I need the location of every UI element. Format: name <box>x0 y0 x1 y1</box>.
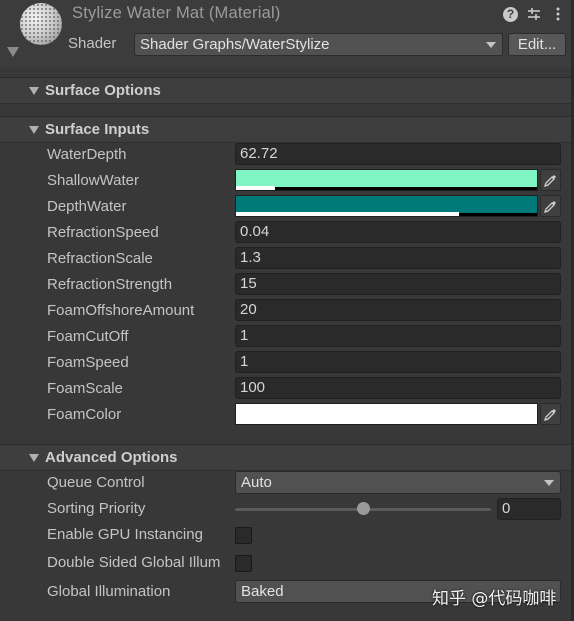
section-surface-inputs[interactable]: Surface Inputs <box>0 116 571 143</box>
more-icon[interactable] <box>550 5 566 23</box>
section-label: Advanced Options <box>45 449 178 466</box>
foam-offshore-amount-field[interactable]: 20 <box>235 299 561 321</box>
shallow-water-label: ShallowWater <box>47 172 139 189</box>
queue-control-label: Queue Control <box>47 474 145 491</box>
foam-color-field[interactable] <box>235 403 538 425</box>
eyedropper-icon[interactable] <box>540 169 561 191</box>
refraction-scale-label: RefractionScale <box>47 250 153 267</box>
shader-dropdown-value: Shader Graphs/WaterStylize <box>140 36 330 53</box>
foldout-arrow-icon <box>29 454 39 462</box>
depth-water-color-field[interactable] <box>235 195 538 217</box>
sliders-icon[interactable] <box>526 5 542 23</box>
color-swatch <box>236 404 537 421</box>
chevron-down-icon <box>544 480 554 486</box>
sorting-priority-label: Sorting Priority <box>47 500 146 517</box>
sorting-priority-field[interactable]: 0 <box>497 498 561 520</box>
water-depth-label: WaterDepth <box>47 146 127 163</box>
section-label: Surface Options <box>45 82 161 99</box>
foldout-arrow-icon[interactable] <box>7 47 19 57</box>
foam-speed-label: FoamSpeed <box>47 354 129 371</box>
foam-offshore-amount-label: FoamOffshoreAmount <box>47 302 195 319</box>
shallow-water-color-field[interactable] <box>235 169 538 191</box>
double-sided-gi-label: Double Sided Global Illum <box>47 554 221 571</box>
queue-control-dropdown[interactable]: Auto <box>235 471 561 494</box>
global-illumination-label: Global Illumination <box>47 583 171 600</box>
slider-thumb[interactable] <box>356 502 370 515</box>
gpu-instancing-checkbox[interactable] <box>235 527 252 544</box>
material-title: Stylize Water Mat (Material) <box>72 4 281 22</box>
section-surface-options[interactable]: Surface Options <box>0 77 571 104</box>
material-header: Stylize Water Mat (Material) ? Shader Sh… <box>0 0 574 68</box>
refraction-strength-field[interactable]: 15 <box>235 273 561 295</box>
chevron-down-icon <box>486 42 496 48</box>
foam-cutoff-label: FoamCutOff <box>47 328 129 345</box>
alpha-bar <box>236 420 537 424</box>
refraction-strength-label: RefractionStrength <box>47 276 173 293</box>
help-icon[interactable]: ? <box>503 6 518 22</box>
eyedropper-icon[interactable] <box>540 195 561 217</box>
color-swatch <box>236 196 537 213</box>
edit-shader-button[interactable]: Edit... <box>508 33 566 56</box>
alpha-bar <box>236 212 459 216</box>
section-advanced-options[interactable]: Advanced Options <box>0 444 571 471</box>
foldout-arrow-icon <box>29 87 39 95</box>
refraction-speed-label: RefractionSpeed <box>47 224 159 241</box>
foam-color-label: FoamColor <box>47 406 122 423</box>
double-sided-gi-checkbox[interactable] <box>235 555 252 572</box>
alpha-bar <box>236 186 276 190</box>
color-swatch <box>236 170 537 187</box>
depth-water-label: DepthWater <box>47 198 127 215</box>
shader-dropdown[interactable]: Shader Graphs/WaterStylize <box>134 33 503 56</box>
queue-control-value: Auto <box>241 474 272 491</box>
water-depth-field[interactable]: 62.72 <box>235 143 561 165</box>
header-icons: ? <box>503 5 566 23</box>
watermark: 知乎 @代码咖啡 <box>432 589 557 609</box>
shader-label: Shader <box>68 35 117 52</box>
foam-scale-field[interactable]: 100 <box>235 377 561 399</box>
foam-scale-label: FoamScale <box>47 380 123 397</box>
global-illumination-value: Baked <box>241 583 284 600</box>
foldout-arrow-icon <box>29 126 39 134</box>
refraction-scale-field[interactable]: 1.3 <box>235 247 561 269</box>
eyedropper-icon[interactable] <box>540 403 561 425</box>
section-label: Surface Inputs <box>45 121 150 138</box>
material-preview-thumbnail <box>20 3 62 45</box>
foam-speed-field[interactable]: 1 <box>235 351 561 373</box>
refraction-speed-field[interactable]: 0.04 <box>235 221 561 243</box>
gpu-instancing-label: Enable GPU Instancing <box>47 526 203 543</box>
foam-cutoff-field[interactable]: 1 <box>235 325 561 347</box>
